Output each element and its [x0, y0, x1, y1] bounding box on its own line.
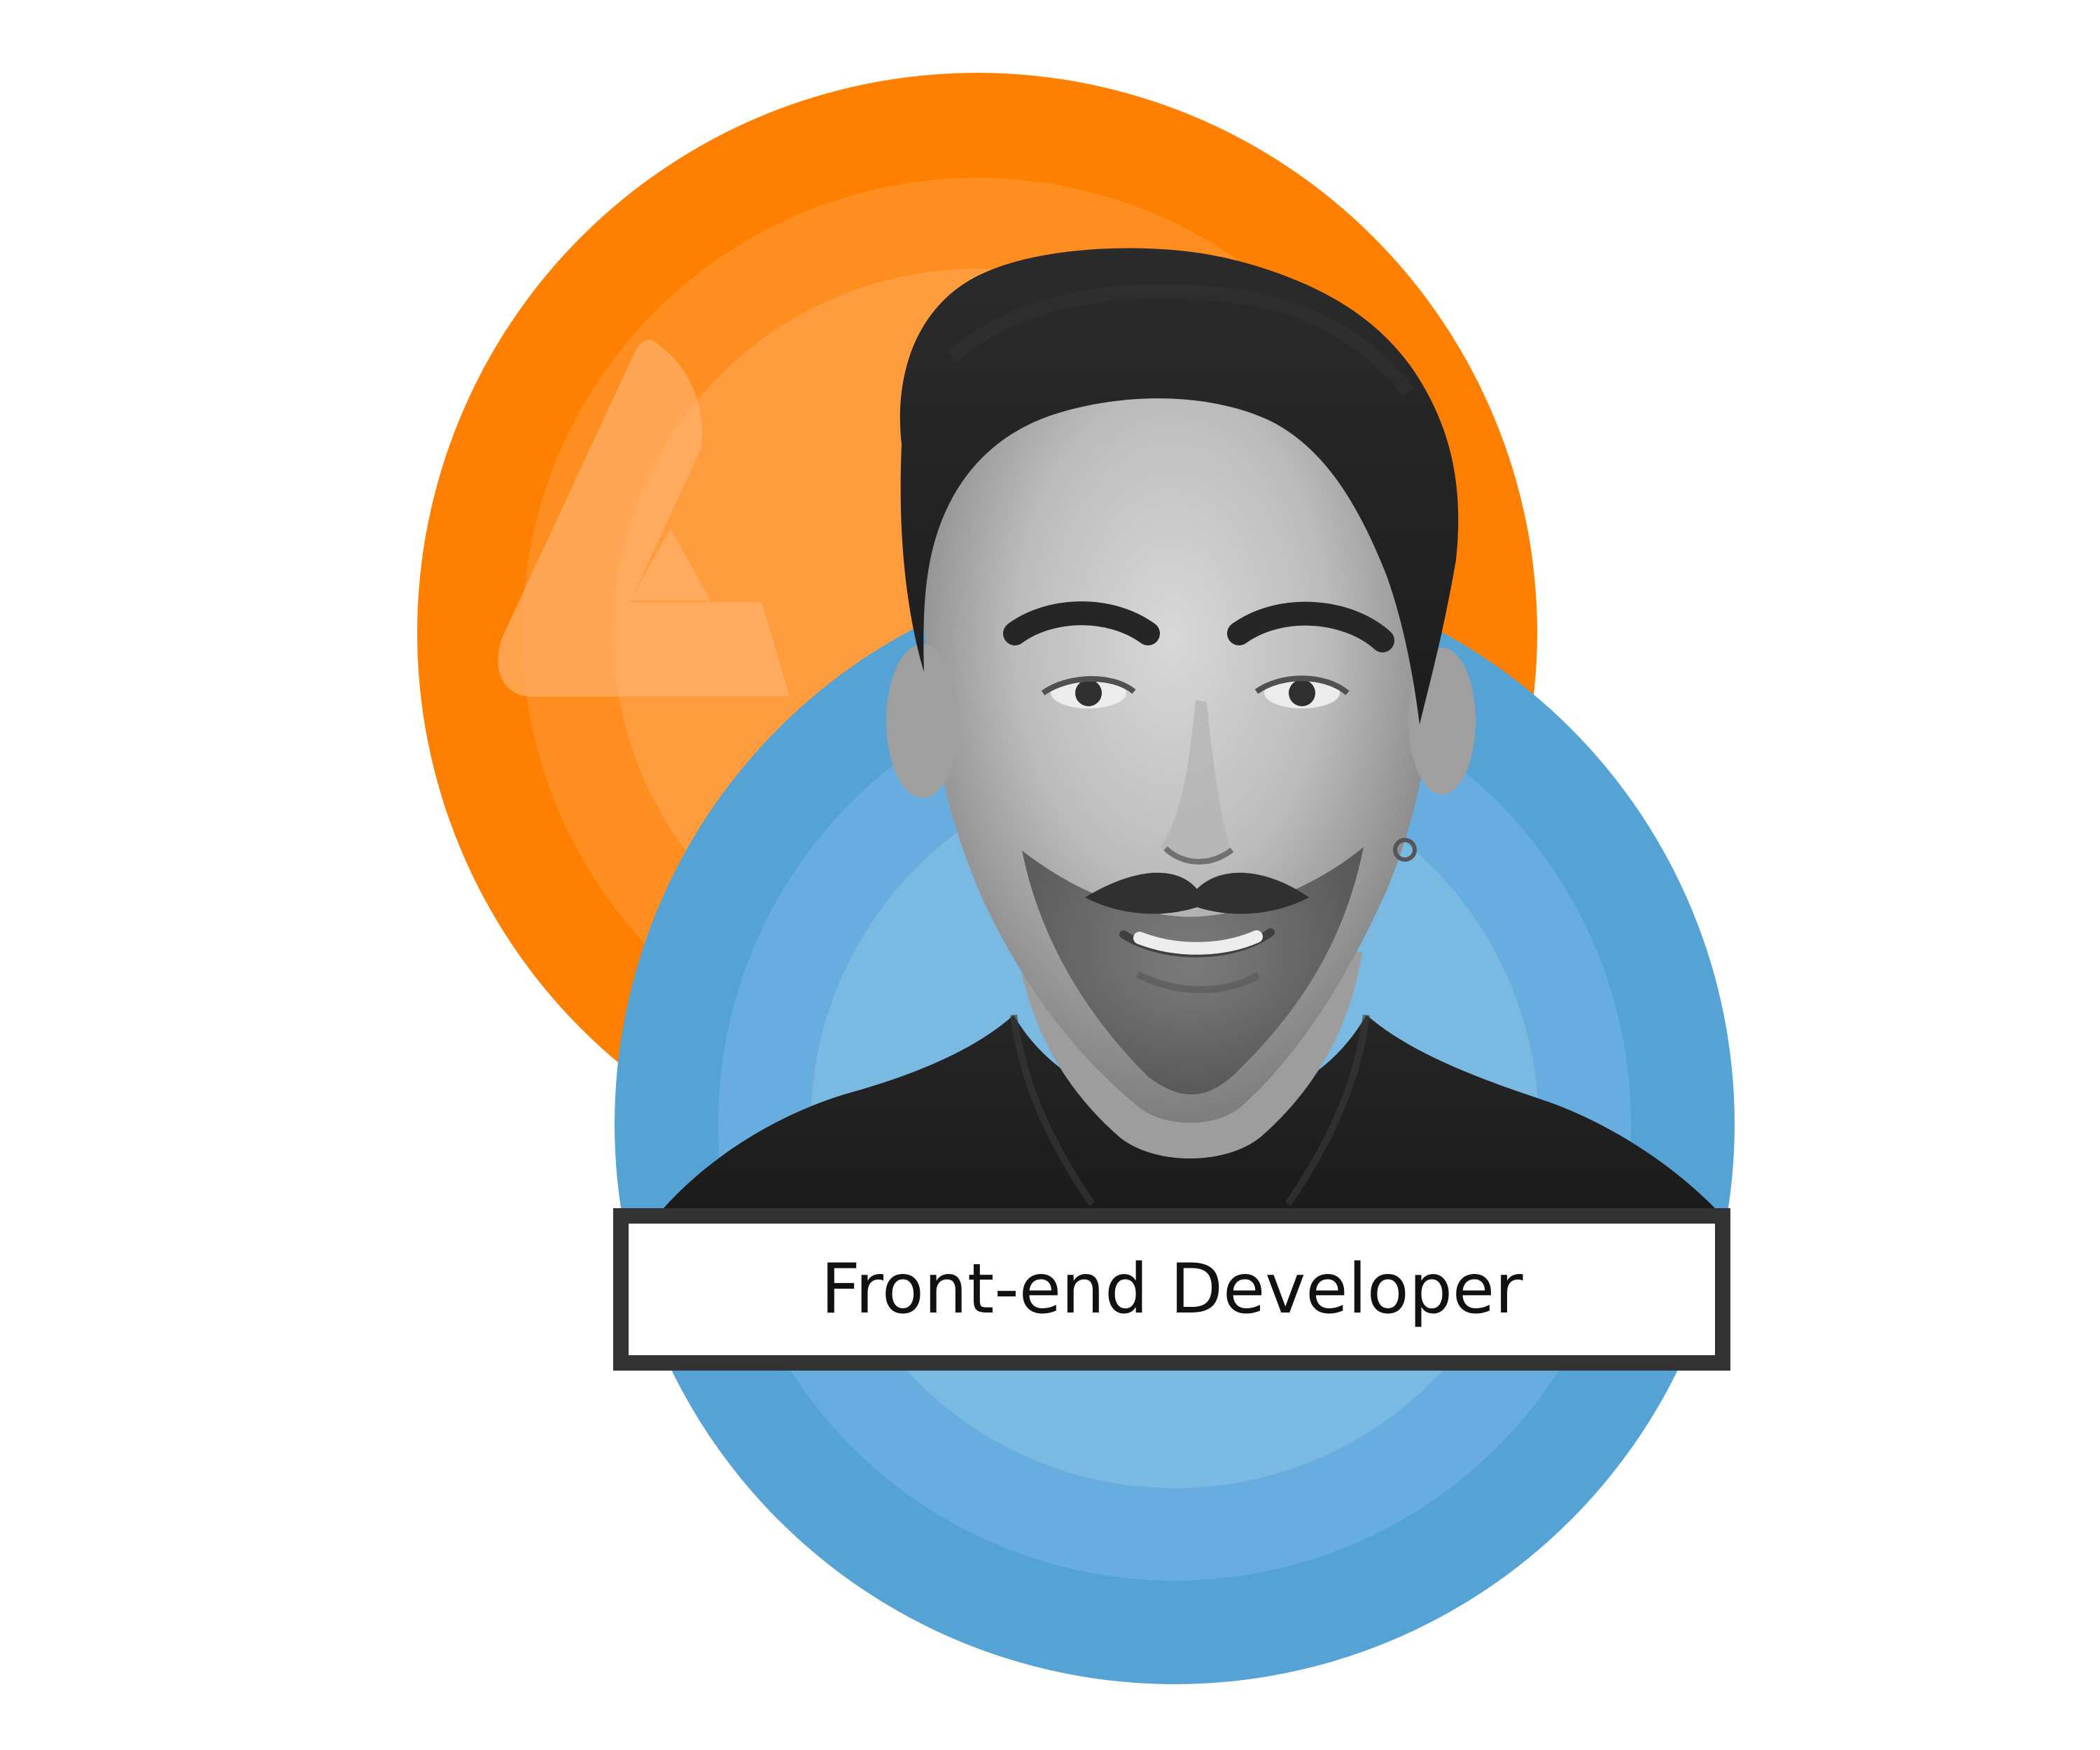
- profile-card: Front-end Developer: [0, 0, 2100, 1750]
- role-badge: Front-end Developer: [613, 1208, 1730, 1371]
- profile-artwork: [417, 73, 1735, 1684]
- role-label: Front-end Developer: [820, 1250, 1523, 1329]
